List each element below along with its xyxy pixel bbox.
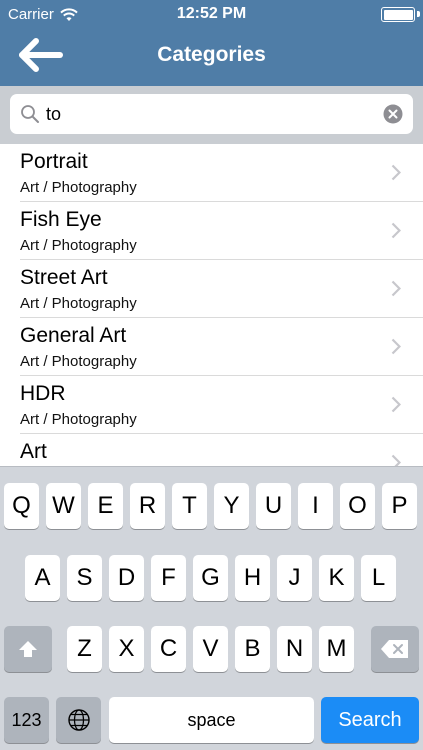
- status-bar: Carrier 12:52 PM: [0, 0, 423, 28]
- list-item[interactable]: General Art Art / Photography: [0, 318, 423, 376]
- item-title: Street Art: [20, 266, 108, 289]
- key-f[interactable]: F: [151, 555, 186, 601]
- key-v[interactable]: V: [193, 626, 228, 672]
- search-field[interactable]: [10, 94, 413, 134]
- shift-icon: [19, 641, 37, 657]
- item-subtitle: Art / Photography: [20, 237, 137, 254]
- battery-tip: [417, 11, 420, 17]
- chevron-right-icon: [391, 164, 401, 181]
- backspace-icon: [381, 640, 408, 658]
- key-d[interactable]: D: [109, 555, 144, 601]
- key-z[interactable]: Z: [67, 626, 102, 672]
- key-e[interactable]: E: [88, 483, 123, 529]
- list-item[interactable]: Art: [0, 434, 423, 466]
- page-title: Categories: [157, 43, 266, 66]
- delete-key[interactable]: [371, 626, 419, 672]
- shift-key[interactable]: [4, 626, 52, 672]
- key-y[interactable]: Y: [214, 483, 249, 529]
- globe-icon: [67, 709, 90, 731]
- item-title: Portrait: [20, 150, 88, 173]
- header: Carrier 12:52 PM Categories: [0, 0, 423, 86]
- globe-key[interactable]: [56, 697, 101, 743]
- item-subtitle: Art / Photography: [20, 295, 137, 312]
- clear-icon[interactable]: [383, 104, 403, 124]
- item-title: Fish Eye: [20, 208, 102, 231]
- key-a[interactable]: A: [25, 555, 60, 601]
- key-m[interactable]: M: [319, 626, 354, 672]
- chevron-right-icon: [391, 280, 401, 297]
- item-subtitle: Art / Photography: [20, 411, 137, 428]
- key-g[interactable]: G: [193, 555, 228, 601]
- nav-bar: Categories: [0, 28, 423, 86]
- key-h[interactable]: H: [235, 555, 270, 601]
- results-list: Portrait Art / Photography Fish Eye Art …: [0, 144, 423, 466]
- item-subtitle: Art / Photography: [20, 353, 137, 370]
- chevron-right-icon: [391, 454, 401, 466]
- battery-icon: [381, 7, 415, 22]
- item-title: HDR: [20, 382, 66, 405]
- status-time: 12:52 PM: [176, 5, 247, 22]
- chevron-right-icon: [391, 222, 401, 239]
- key-x[interactable]: X: [109, 626, 144, 672]
- search-bar: [0, 86, 423, 144]
- list-item[interactable]: Fish Eye Art / Photography: [0, 202, 423, 260]
- battery-fill: [383, 9, 413, 20]
- key-q[interactable]: Q: [4, 483, 39, 529]
- item-subtitle: Art / Photography: [20, 179, 137, 196]
- key-u[interactable]: U: [256, 483, 291, 529]
- item-title: General Art: [20, 324, 127, 347]
- key-n[interactable]: N: [277, 626, 312, 672]
- list-item[interactable]: Street Art Art / Photography: [0, 260, 423, 318]
- key-c[interactable]: C: [151, 626, 186, 672]
- key-l[interactable]: L: [361, 555, 396, 601]
- key-s[interactable]: S: [67, 555, 102, 601]
- key-b[interactable]: B: [235, 626, 270, 672]
- key-o[interactable]: O: [340, 483, 375, 529]
- list-item[interactable]: Portrait Art / Photography: [0, 144, 423, 202]
- chevron-right-icon: [391, 338, 401, 355]
- search-input[interactable]: [46, 100, 366, 128]
- space-key[interactable]: space: [109, 697, 314, 743]
- key-i[interactable]: I: [298, 483, 333, 529]
- key-j[interactable]: J: [277, 555, 312, 601]
- item-title: Art: [20, 440, 47, 463]
- search-icon: [21, 105, 39, 123]
- key-t[interactable]: T: [172, 483, 207, 529]
- keyboard: Q W E R T Y U I O P A S D F G H J K L Z …: [0, 466, 423, 750]
- numbers-key[interactable]: 123: [4, 697, 49, 743]
- key-k[interactable]: K: [319, 555, 354, 601]
- key-r[interactable]: R: [130, 483, 165, 529]
- key-p[interactable]: P: [382, 483, 417, 529]
- search-key[interactable]: Search: [321, 697, 419, 743]
- chevron-right-icon: [391, 396, 401, 413]
- list-item[interactable]: HDR Art / Photography: [0, 376, 423, 434]
- key-w[interactable]: W: [46, 483, 81, 529]
